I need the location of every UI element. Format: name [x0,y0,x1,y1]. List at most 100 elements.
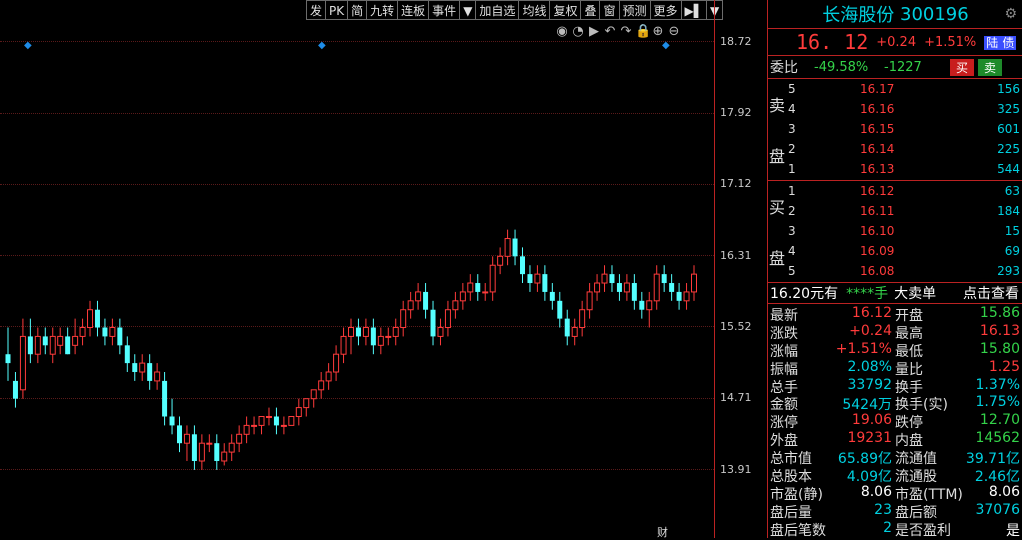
candle-body[interactable] [475,283,481,292]
candle-body[interactable] [370,327,376,346]
candle-body[interactable] [251,424,258,427]
candle-body[interactable] [5,354,11,364]
big-order-row[interactable]: 16.20元有 ****手 大卖单 点击查看 [768,283,1022,304]
bid-level[interactable]: 4 16.09 69 [788,241,1022,261]
candle-body[interactable] [318,380,325,391]
candle-body[interactable] [407,300,414,311]
bid-level[interactable]: 1 16.12 63 [788,181,1022,201]
candle-body[interactable] [415,291,422,302]
candle-body[interactable] [295,407,302,418]
zoom-out-icon[interactable]: ⊖ [667,24,681,39]
candle-body[interactable] [288,416,295,426]
candle-body[interactable] [214,443,220,461]
candle-body[interactable] [437,327,444,337]
event-marker-diamond[interactable]: ◆ [318,40,326,51]
candle-body[interactable] [12,380,18,399]
ask-level[interactable]: 5 16.17 156 [788,79,1022,99]
candle-body[interactable] [452,300,459,311]
candle-body[interactable] [162,380,168,417]
candle-body[interactable] [333,353,340,373]
candle-body[interactable] [444,309,451,329]
zoom-in-icon[interactable]: ⊕ [651,24,665,39]
candle-body[interactable] [542,274,548,292]
candle-body[interactable] [325,371,332,382]
candle-body[interactable] [303,398,310,409]
gear-icon[interactable]: ⚙ [1004,6,1017,22]
redo-icon[interactable]: ↷ [619,24,633,39]
toolbar-button[interactable]: 九转 [366,0,399,20]
toolbar-button[interactable]: 窗 [599,0,620,20]
candle-body[interactable] [669,283,675,292]
candle-body[interactable] [653,273,660,302]
lugutong-badge[interactable]: 陆 [984,35,1001,50]
candle-body[interactable] [571,327,578,337]
candle-body[interactable] [117,327,123,346]
toolbar-button[interactable]: PK [325,0,349,20]
sell-button[interactable]: 卖 [978,58,1003,76]
toolbar-button[interactable]: 更多 [649,0,682,20]
ask-level[interactable]: 3 16.15 601 [788,119,1022,139]
candle-body[interactable] [557,300,563,319]
candle-body[interactable] [154,371,161,382]
ask-level[interactable]: 2 16.14 225 [788,139,1022,159]
candle-body[interactable] [228,442,235,453]
candle-body[interactable] [273,416,279,426]
event-marker-diamond[interactable]: ◆ [662,40,670,51]
candle-body[interactable] [34,335,41,355]
candle-body[interactable] [65,336,71,355]
candle-body[interactable] [594,282,601,293]
candle-body[interactable] [639,300,645,310]
candle-body[interactable] [79,327,86,337]
candle-body[interactable] [198,442,205,462]
undo-icon[interactable]: ↶ [603,24,617,39]
candle-body[interactable] [527,274,533,284]
candle-body[interactable] [191,434,197,461]
candle-body[interactable] [280,424,287,427]
candle-body[interactable] [691,273,697,293]
toolbar-button[interactable]: 叠 [580,0,601,20]
event-marker-diamond[interactable]: ◆ [24,40,32,51]
candle-body[interactable] [579,309,586,329]
candle-body[interactable] [430,309,436,337]
candle-body[interactable] [94,309,100,328]
ask-level[interactable]: 1 16.13 544 [788,159,1022,179]
candle-body[interactable] [169,416,175,426]
candle-body[interactable] [109,327,116,337]
candle-body[interactable] [467,282,474,293]
candle-body[interactable] [27,336,33,355]
play-icon[interactable]: ▶ [587,24,601,39]
candle-body[interactable] [206,442,213,445]
candle-body[interactable] [124,345,130,364]
candle-body[interactable] [57,335,64,346]
toolbar-button[interactable]: 均线 [518,0,551,20]
candle-body[interactable] [549,291,555,301]
candle-body[interactable] [183,433,190,444]
candle-body[interactable] [400,309,407,329]
toolbar-button[interactable]: ▶▌ [680,0,707,20]
candle-body[interactable] [616,283,622,292]
candle-body[interactable] [601,273,608,284]
toolbar-button[interactable]: 简 [347,0,368,20]
candle-body[interactable] [423,291,429,310]
candle-body[interactable] [49,335,56,355]
candle-body[interactable] [42,336,48,346]
candle-body[interactable] [236,433,243,444]
candle-body[interactable] [646,300,653,311]
toolbar-button[interactable]: ▼ [459,0,477,20]
candle-body[interactable] [221,451,228,462]
candle-body[interactable] [265,416,272,419]
candle-body[interactable] [482,291,489,294]
candle-body[interactable] [392,327,399,337]
bond-badge[interactable]: 债 [1000,35,1017,50]
toolbar-button[interactable]: 发 [306,0,327,20]
candle-body[interactable] [623,282,630,293]
candle-body[interactable] [512,238,518,257]
lock-icon[interactable]: 🔒 [635,24,651,39]
bid-level[interactable]: 2 16.11 184 [788,201,1022,221]
candle-body[interactable] [385,335,392,338]
toolbar-button[interactable]: 加自选 [475,0,520,20]
candle-body[interactable] [676,291,682,301]
candle-body[interactable] [340,335,347,355]
candle-body[interactable] [661,274,667,284]
candle-body[interactable] [87,309,94,329]
